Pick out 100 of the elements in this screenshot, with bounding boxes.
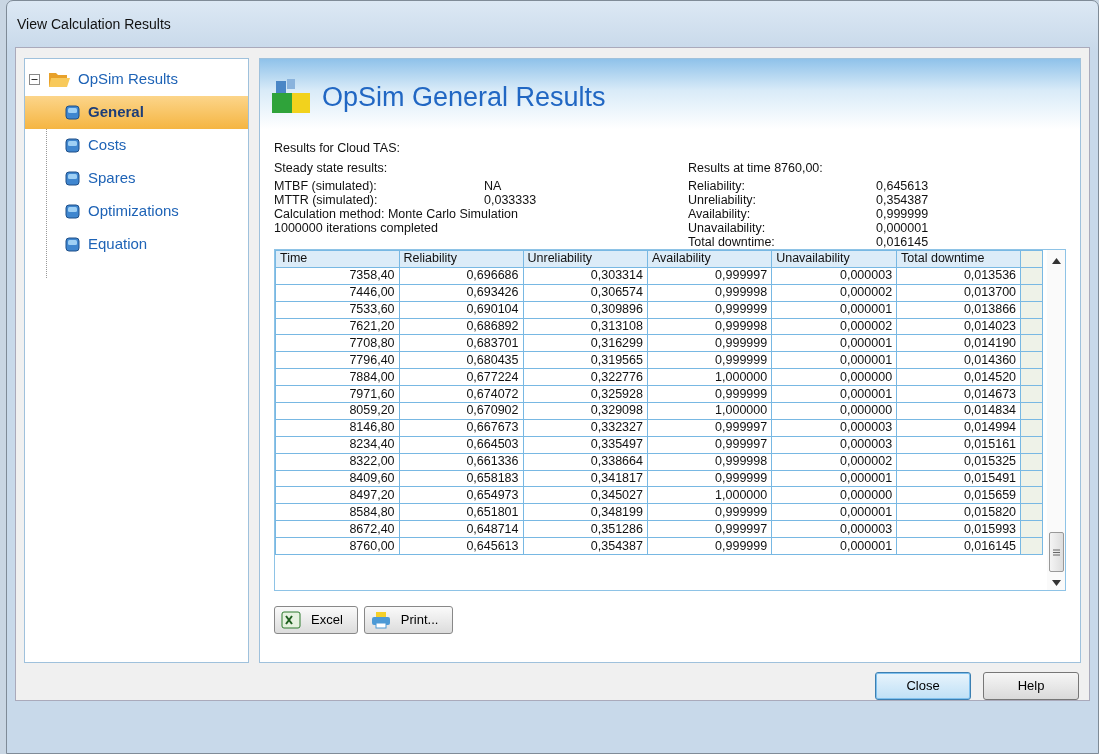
tree-item[interactable]: Costs [25,129,248,162]
table-cell: 0,000003 [771,436,897,454]
field-value: 0,000001 [876,221,929,235]
table-cell: 0,645613 [399,537,523,555]
table-cell: 0,322776 [523,368,648,386]
table-cell: 8672,40 [275,520,400,538]
table-cell: 0,000001 [771,470,897,487]
export-button[interactable]: Print... [363,606,454,634]
table-cell: 1,000000 [647,486,772,504]
field-value: 0,033333 [484,193,537,207]
table-cell: 0,000001 [771,351,897,369]
column-header[interactable]: Unavailability [771,250,897,268]
help-button[interactable]: Help [983,672,1079,700]
table-cell: 0,000003 [771,520,897,538]
table-cell: 0,016145 [896,537,1021,555]
table-cell: 0,335497 [523,436,648,454]
table-cell: 0,014834 [896,402,1021,420]
table-cell: 0,999999 [647,503,772,521]
table-cell: 0,014673 [896,385,1021,403]
column-header[interactable]: Time [275,250,400,268]
spreadsheet-icon [281,610,301,629]
field-label: Availability: [688,207,752,221]
table-cell: 8497,20 [275,486,400,504]
column-header[interactable]: Unreliability [523,250,648,268]
table-cell: 0,329098 [523,402,648,420]
table-cell: 0,693426 [399,284,523,302]
page-icon [65,138,80,153]
table-cell: 0,015491 [896,470,1021,487]
scroll-up-icon[interactable] [1051,258,1061,264]
table-cell: 0,999998 [647,284,772,302]
table-cell: 0,000001 [771,301,897,319]
table-cell: 0,015325 [896,453,1021,471]
table-cell: 0,999997 [647,267,772,285]
table-cell: 0,015993 [896,520,1021,538]
column-header[interactable]: Reliability [399,250,523,268]
folder-icon [48,71,70,88]
table-cell: 8760,00 [275,537,400,555]
table-cell: 0,999997 [647,436,772,454]
field-label: MTBF (simulated): [274,179,378,193]
table-cell: 0,354387 [523,537,648,555]
window-title: View Calculation Results [16,14,172,34]
table-cell: 0,000002 [771,318,897,335]
column-header[interactable]: Availability [647,250,772,268]
field-label: Total downtime: [688,235,776,249]
table-cell: 8234,40 [275,436,400,454]
tree-item[interactable]: Spares [25,162,248,195]
table-cell: 0,338664 [523,453,648,471]
table-cell: 0,332327 [523,419,648,437]
table-cell: 0,999999 [647,537,772,555]
table-cell: 0,306574 [523,284,648,302]
close-button[interactable]: Close [875,672,971,700]
tree-item[interactable]: Equation [25,228,248,261]
panel-title: OpSim General Results [322,80,606,114]
field-value: 0,354387 [876,193,929,207]
table-cell: 0,677224 [399,368,523,386]
table-cell: 0,015161 [896,436,1021,454]
table-cell: 0,015659 [896,486,1021,504]
field-value: 0,999999 [876,207,929,221]
table-cell: 0,686892 [399,318,523,335]
scroll-down-icon[interactable] [1051,580,1061,586]
tree-item[interactable]: Optimizations [25,195,248,228]
table-cell: 0,000001 [771,537,897,555]
table-cell: 0,999999 [647,385,772,403]
table-cell: 0,348199 [523,503,648,521]
collapse-toggle-icon[interactable] [29,74,40,85]
column-header[interactable]: Total downtime [896,250,1021,268]
table-cell: 7796,40 [275,351,400,369]
table-cell: 0,316299 [523,334,648,352]
table-cell: 0,667673 [399,419,523,437]
table-cell: 0,000000 [771,368,897,386]
table-cell: 0,690104 [399,301,523,319]
field-label: MTTR (simulated): [274,193,379,207]
printer-icon [370,610,391,629]
table-cell: 0,013700 [896,284,1021,302]
table-cell: 8059,20 [275,402,400,420]
export-button[interactable]: Excel [274,606,358,634]
tree-item[interactable]: General [25,96,248,129]
table-cell: 0,680435 [399,351,523,369]
tree-root-label[interactable]: OpSim Results [78,68,179,91]
table-cell: 7446,00 [275,284,400,302]
table-cell: 7621,20 [275,318,400,335]
table-cell: 0,341817 [523,470,648,487]
table-cell: 0,013866 [896,301,1021,319]
page-icon [65,204,80,219]
table-cell: 0,000003 [771,419,897,437]
table-cell: 0,999998 [647,318,772,335]
table-cell: 0,664503 [399,436,523,454]
table-cell: 0,313108 [523,318,648,335]
scrollbar-thumb[interactable] [1048,532,1064,572]
table-cell: 0,651801 [399,503,523,521]
table-cell: 0,319565 [523,351,648,369]
table-cell: 7358,40 [275,267,400,285]
table-cell: 0,670902 [399,402,523,420]
table-cell: 0,000002 [771,453,897,471]
table-cell: 7708,80 [275,334,400,352]
page-icon [65,105,80,120]
iterations-text: 1000000 iterations completed [274,221,439,235]
field-label: Unavailability: [688,221,767,235]
table-cell: 0,014520 [896,368,1021,386]
method-text: Calculation method: Monte Carlo Simulation [274,207,519,221]
